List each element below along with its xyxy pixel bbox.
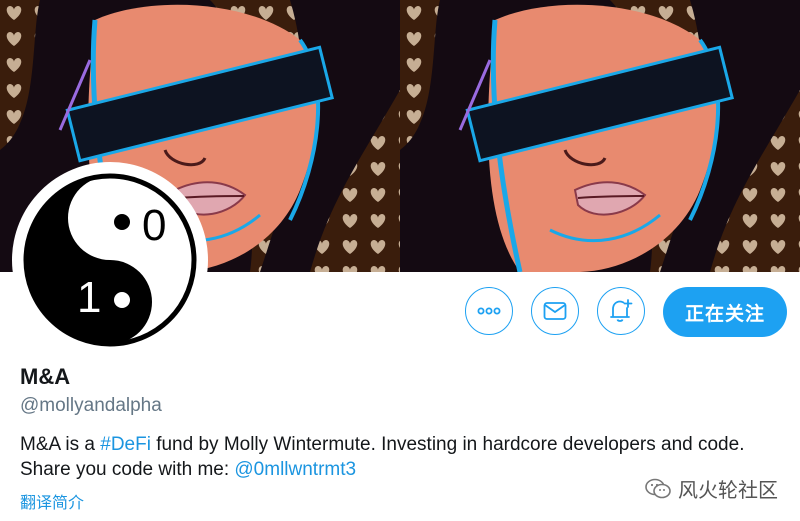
more-icon bbox=[477, 307, 501, 315]
mail-icon bbox=[543, 302, 567, 320]
watermark: 风火轮社区 bbox=[644, 474, 778, 503]
display-name: M&A bbox=[20, 364, 71, 389]
avatar-digit-zero: 0 bbox=[142, 201, 166, 250]
avatar-digit-one: 1 bbox=[77, 273, 101, 322]
translate-bio-link[interactable]: 翻译简介 bbox=[20, 489, 84, 513]
following-button[interactable]: 正在关注 bbox=[663, 287, 787, 337]
hashtag-link[interactable]: #DeFi bbox=[100, 434, 151, 455]
mention-link[interactable]: @0mllwntrmt3 bbox=[234, 459, 356, 480]
watermark-label: 风火轮社区 bbox=[678, 478, 778, 502]
bell-plus-icon bbox=[610, 299, 633, 322]
avatar[interactable]: 0 1 bbox=[12, 162, 208, 358]
message-button[interactable] bbox=[531, 287, 579, 335]
bio-text: M&A is a bbox=[20, 434, 101, 455]
wechat-icon bbox=[645, 478, 671, 498]
notifications-button[interactable] bbox=[597, 287, 645, 335]
yin-yang-logo: 0 1 bbox=[23, 173, 197, 347]
banner-illustration-right bbox=[400, 0, 800, 272]
more-options-button[interactable] bbox=[465, 287, 513, 335]
user-handle: @mollyandalpha bbox=[20, 395, 162, 416]
